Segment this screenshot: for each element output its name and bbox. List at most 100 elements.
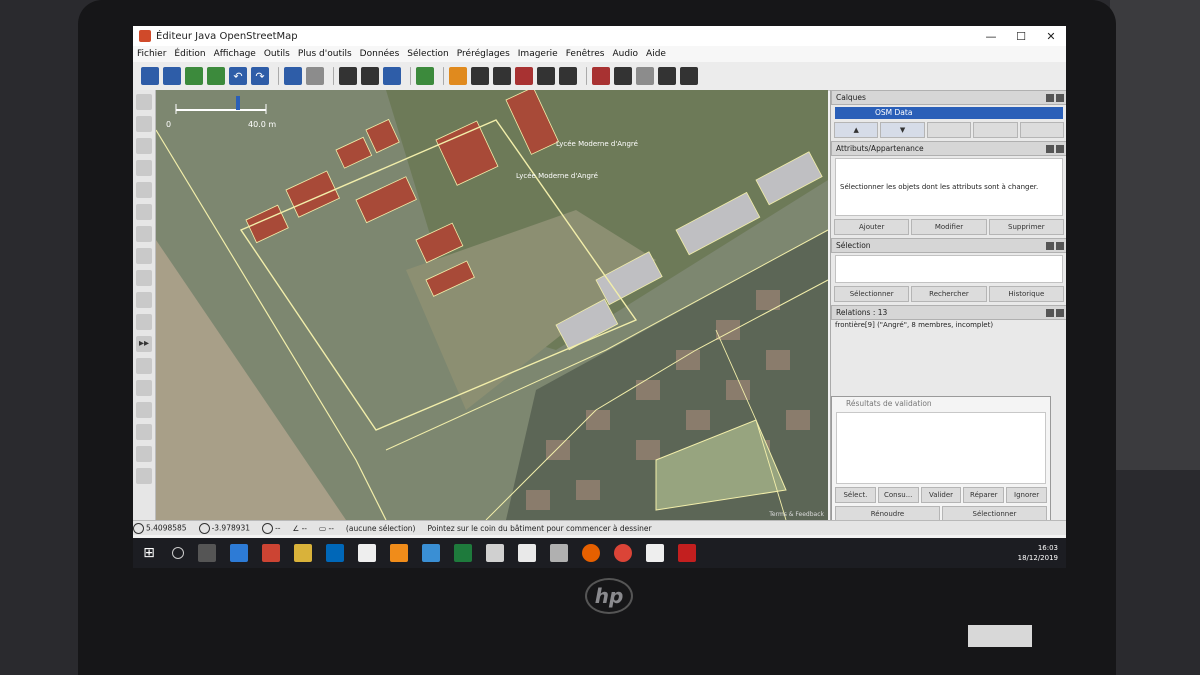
attributes-toggle-icon[interactable] bbox=[136, 380, 152, 396]
railway-preset-icon[interactable] bbox=[515, 67, 533, 85]
edit-tag-button[interactable]: Modifier bbox=[911, 219, 987, 235]
selection-list[interactable] bbox=[835, 255, 1063, 283]
panel-detach-icon[interactable] bbox=[1046, 144, 1054, 153]
magnifier-icon[interactable] bbox=[422, 544, 440, 562]
shop-icon[interactable] bbox=[636, 67, 654, 85]
menu-audio[interactable]: Audio bbox=[608, 49, 642, 59]
menu-donnees[interactable]: Données bbox=[356, 49, 404, 59]
layers-panel-header[interactable]: Calques bbox=[831, 90, 1066, 105]
panel-detach-icon[interactable] bbox=[1046, 241, 1054, 250]
app-taskbar-icon[interactable] bbox=[550, 544, 568, 562]
history-button[interactable]: Historique bbox=[988, 286, 1064, 302]
relation-row[interactable]: frontière[9] ("Angré", 8 membres, incomp… bbox=[831, 320, 1066, 330]
selection-panel-header[interactable]: Sélection bbox=[831, 238, 1066, 253]
edge-icon[interactable] bbox=[230, 544, 248, 562]
imagery-attribution[interactable]: Terms & Feedback bbox=[769, 511, 824, 518]
acrobat-icon[interactable] bbox=[678, 544, 696, 562]
menu-selection[interactable]: Sélection bbox=[403, 49, 452, 59]
selection-toggle-icon[interactable] bbox=[136, 402, 152, 418]
attributes-panel-header[interactable]: Attributs/Appartenance bbox=[831, 141, 1066, 156]
panel-close-icon[interactable] bbox=[1056, 93, 1064, 102]
layer-visibility-button[interactable] bbox=[973, 122, 1018, 138]
search-button[interactable]: Rechercher bbox=[911, 286, 987, 302]
download-icon[interactable] bbox=[185, 67, 203, 85]
editor-taskbar-icon[interactable] bbox=[646, 544, 664, 562]
panel-detach-icon[interactable] bbox=[1046, 308, 1054, 317]
store-icon[interactable] bbox=[326, 544, 344, 562]
select-button[interactable]: Sélectionner bbox=[834, 286, 910, 302]
notes-toggle-icon[interactable] bbox=[136, 424, 152, 440]
validation-lookup-button[interactable]: Consu... bbox=[877, 487, 919, 503]
chrome-icon[interactable] bbox=[614, 544, 632, 562]
task-view-icon[interactable] bbox=[198, 544, 216, 562]
menu-affichage[interactable]: Affichage bbox=[210, 49, 260, 59]
notepad-icon[interactable] bbox=[358, 544, 376, 562]
menu-plus-outils[interactable]: Plus d'outils bbox=[294, 49, 356, 59]
merge-layer-button[interactable] bbox=[926, 122, 972, 138]
ignore-button[interactable]: Ignorer bbox=[1006, 487, 1047, 503]
buildings-tool-icon[interactable] bbox=[416, 67, 434, 85]
building-tool-icon[interactable] bbox=[136, 270, 152, 286]
car-icon[interactable] bbox=[537, 67, 555, 85]
menu-preglages[interactable]: Préréglages bbox=[453, 49, 514, 59]
panel-close-icon[interactable] bbox=[1056, 241, 1064, 250]
minimize-button[interactable]: — bbox=[976, 30, 1006, 43]
validation-results-list[interactable] bbox=[836, 412, 1046, 484]
delete-tag-button[interactable]: Supprimer bbox=[988, 219, 1064, 235]
upload-icon[interactable] bbox=[207, 67, 225, 85]
vlc-icon[interactable] bbox=[390, 544, 408, 562]
panel-detach-icon[interactable] bbox=[1046, 93, 1054, 102]
add-tag-button[interactable]: Ajouter bbox=[834, 219, 910, 235]
road-preset-icon[interactable] bbox=[449, 67, 467, 85]
validate-button[interactable]: Valider bbox=[920, 487, 962, 503]
node-tool-icon[interactable] bbox=[136, 248, 152, 264]
pencil-tool-icon[interactable] bbox=[136, 314, 152, 330]
josm-taskbar-icon[interactable] bbox=[518, 544, 536, 562]
more-tools-icon[interactable]: ▸▸ bbox=[136, 336, 152, 352]
move-down-button[interactable]: ▼ bbox=[880, 122, 925, 138]
windows-start-icon[interactable]: ⊞ bbox=[140, 544, 158, 562]
parallel-way-icon[interactable] bbox=[136, 226, 152, 242]
system-tray[interactable]: 16:03 18/12/2019 bbox=[1018, 543, 1058, 563]
zoom-tool-icon[interactable] bbox=[136, 160, 152, 176]
search-icon[interactable] bbox=[172, 547, 184, 559]
panel-close-icon[interactable] bbox=[1056, 308, 1064, 317]
layers-toggle-icon[interactable] bbox=[136, 358, 152, 374]
open-file-icon[interactable] bbox=[141, 67, 159, 85]
fix-button[interactable]: Réparer bbox=[963, 487, 1005, 503]
validation-toggle-icon[interactable] bbox=[136, 446, 152, 462]
menu-imagerie[interactable]: Imagerie bbox=[514, 49, 562, 59]
landuse-icon[interactable] bbox=[658, 67, 676, 85]
draw-tool-icon[interactable] bbox=[136, 138, 152, 154]
combine-way-icon[interactable] bbox=[361, 67, 379, 85]
photos-icon[interactable] bbox=[262, 544, 280, 562]
paint-icon[interactable] bbox=[486, 544, 504, 562]
menu-aide[interactable]: Aide bbox=[642, 49, 670, 59]
move-up-button[interactable]: ▲ bbox=[834, 122, 879, 138]
leisure-preset-icon[interactable] bbox=[592, 67, 610, 85]
lasso-tool-icon[interactable] bbox=[136, 116, 152, 132]
industrial-icon[interactable] bbox=[680, 67, 698, 85]
history-toggle-icon[interactable] bbox=[136, 468, 152, 484]
map-view[interactable]: 0 40.0 m Lycée Moderne d'Angré Lycée Mod… bbox=[156, 90, 828, 520]
improve-way-icon[interactable] bbox=[136, 204, 152, 220]
track-preset-icon[interactable] bbox=[493, 67, 511, 85]
panel-close-icon[interactable] bbox=[1056, 144, 1064, 153]
zoom-icon[interactable] bbox=[284, 67, 302, 85]
menu-outils[interactable]: Outils bbox=[260, 49, 294, 59]
menu-fichier[interactable]: Fichier bbox=[133, 49, 170, 59]
save-icon[interactable] bbox=[163, 67, 181, 85]
restaurant-icon[interactable] bbox=[614, 67, 632, 85]
menu-edition[interactable]: Édition bbox=[170, 49, 209, 59]
undo-icon[interactable]: ↶ bbox=[229, 67, 247, 85]
split-way-icon[interactable] bbox=[339, 67, 357, 85]
file-explorer-icon[interactable] bbox=[294, 544, 312, 562]
properties-icon[interactable] bbox=[306, 67, 324, 85]
delete-tool-icon[interactable] bbox=[136, 182, 152, 198]
menu-fenetres[interactable]: Fenêtres bbox=[562, 49, 609, 59]
reverse-way-icon[interactable] bbox=[383, 67, 401, 85]
maximize-button[interactable]: ☐ bbox=[1006, 30, 1036, 43]
ruler-tool-icon[interactable] bbox=[136, 292, 152, 308]
layer-row-osm-data[interactable]: OSM Data bbox=[835, 107, 1063, 119]
path-preset-icon[interactable] bbox=[471, 67, 489, 85]
